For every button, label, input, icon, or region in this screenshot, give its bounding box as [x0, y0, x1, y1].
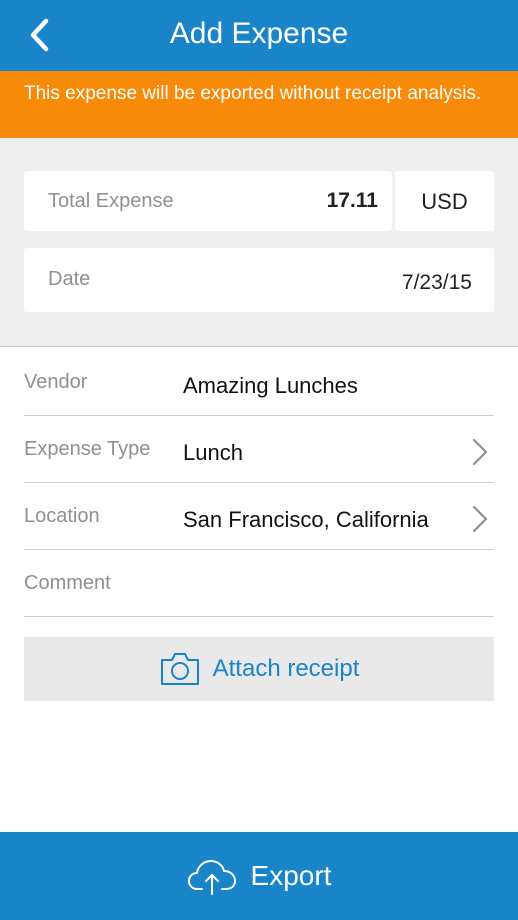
vendor-label: Vendor — [24, 371, 88, 393]
chevron-right-icon — [472, 438, 488, 466]
location-label: Location — [24, 505, 100, 527]
nav-bar: Add Expense — [0, 0, 518, 71]
export-label: Export — [250, 860, 332, 891]
total-expense-label: Total Expense — [48, 190, 174, 212]
attach-receipt-button[interactable]: Attach receipt — [24, 637, 494, 701]
vendor-field[interactable]: Vendor Amazing Lunches — [24, 350, 494, 416]
cloud-upload-icon — [187, 860, 236, 895]
currency-value: USD — [421, 189, 468, 214]
page-title: Add Expense — [169, 17, 349, 50]
currency-selector[interactable]: USD — [395, 171, 494, 231]
date-field[interactable]: Date 7/23/15 — [24, 248, 494, 312]
location-value: San Francisco, California — [183, 507, 429, 532]
vendor-value: Amazing Lunches — [183, 373, 358, 398]
chevron-right-icon — [472, 505, 488, 533]
expense-type-label: Expense Type — [24, 438, 151, 460]
comment-label: Comment — [24, 572, 111, 594]
amount-section — [0, 138, 518, 347]
attach-receipt-label: Attach receipt — [212, 655, 360, 682]
expense-type-field[interactable]: Expense Type Lunch — [24, 417, 494, 483]
date-value: 7/23/15 — [401, 271, 472, 294]
camera-icon — [160, 653, 199, 685]
warning-banner: This expense will be exported without re… — [0, 71, 518, 138]
location-field[interactable]: Location San Francisco, California — [24, 484, 494, 550]
comment-field[interactable]: Comment — [24, 551, 494, 617]
export-button[interactable]: Export — [0, 832, 518, 920]
date-label: Date — [48, 268, 91, 290]
total-expense-field[interactable]: Total Expense 17.11 — [24, 171, 392, 231]
expense-type-value: Lunch — [183, 440, 243, 465]
total-expense-value: 17.11 — [326, 189, 378, 212]
